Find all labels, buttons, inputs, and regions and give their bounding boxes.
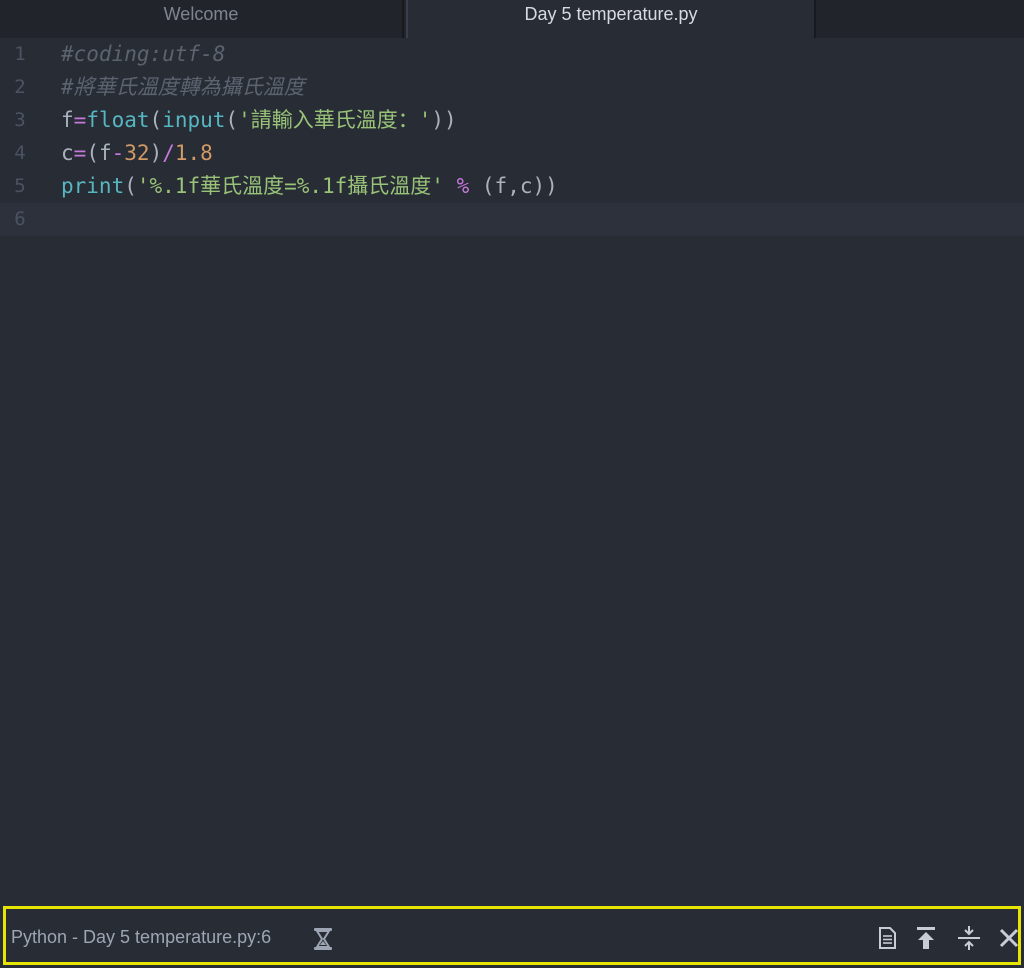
code-line-current: 6: [0, 203, 1024, 236]
code-token: #將華氏溫度轉為攝氏溫度: [61, 75, 305, 99]
hourglass-icon: [314, 928, 332, 950]
status-bar: Python - Day 5 temperature.py:6: [3, 906, 1021, 965]
code-line: 2 #將華氏溫度轉為攝氏溫度: [0, 71, 1024, 104]
code-token: 1.8: [174, 141, 213, 165]
status-text: Python - Day 5 temperature.py:6: [11, 927, 272, 947]
code-text: #coding:utf-8: [61, 38, 225, 71]
code-token: (: [124, 174, 137, 198]
code-line: 1 #coding:utf-8: [0, 38, 1024, 71]
line-number: 1: [14, 43, 26, 65]
code-token: )): [431, 108, 457, 132]
code-token: ): [149, 141, 163, 165]
code-token: (f: [86, 141, 112, 165]
scroll-to-top-icon[interactable]: [913, 925, 939, 951]
tab-bar-empty-space: [816, 0, 1024, 38]
code-line: 3 f=float(input('請輸入華氏溫度：')): [0, 104, 1024, 137]
code-text: #將華氏溫度轉為攝氏溫度: [61, 71, 305, 104]
code-token: input: [162, 108, 226, 132]
code-token: c: [61, 141, 74, 165]
code-token: =: [73, 108, 87, 132]
document-icon[interactable]: [874, 925, 900, 951]
code-token: print: [61, 174, 125, 198]
code-token: float: [86, 108, 150, 132]
line-number: 2: [14, 76, 26, 98]
code-token: 32: [124, 141, 150, 165]
code-line: 4 c=(f-32)/1.8: [0, 137, 1024, 170]
code-token: (: [149, 108, 163, 132]
code-token: '請輸入華氏溫度：': [238, 108, 432, 132]
code-text: f=float(input('請輸入華氏溫度：')): [61, 104, 457, 137]
code-text: c=(f-32)/1.8: [61, 137, 213, 170]
code-token: '%.1f華氏溫度=%.1f攝氏溫度': [136, 174, 444, 198]
code-token: #coding:utf-8: [61, 42, 226, 66]
line-number: 3: [14, 109, 26, 131]
code-token: /: [162, 141, 175, 165]
line-number: 4: [14, 142, 26, 164]
collapse-icon[interactable]: [956, 925, 982, 951]
code-line: 5 print('%.1f華氏溫度=%.1f攝氏溫度' % (f,c)): [0, 170, 1024, 203]
code-token: f: [61, 108, 74, 132]
code-editor[interactable]: 1 #coding:utf-8 2 #將華氏溫度轉為攝氏溫度 3 f=float…: [0, 38, 1024, 904]
code-text: print('%.1f華氏溫度=%.1f攝氏溫度' % (f,c)): [61, 170, 558, 203]
code-token: -: [111, 141, 125, 165]
code-token: %: [456, 174, 470, 198]
code-token: =: [73, 141, 87, 165]
code-token: (f,c)): [469, 174, 558, 198]
tab-bar: Welcome Day 5 temperature.py: [0, 0, 1024, 38]
tab-day-5-temperature[interactable]: Day 5 temperature.py: [406, 0, 816, 38]
line-number: 5: [14, 175, 26, 197]
close-icon[interactable]: [996, 925, 1022, 951]
code-token: (: [225, 108, 239, 132]
line-number: 6: [14, 208, 26, 230]
tab-welcome[interactable]: Welcome: [0, 0, 404, 38]
